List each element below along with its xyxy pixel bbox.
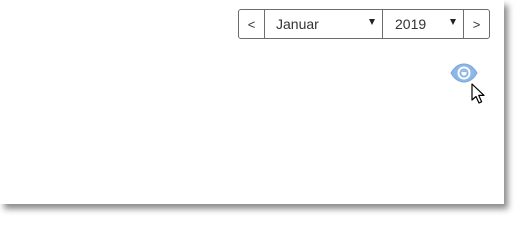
- calendar-panel: < Januar 2019 >: [0, 0, 504, 204]
- year-select[interactable]: 2019: [383, 10, 463, 38]
- date-navigator: < Januar 2019 >: [238, 9, 490, 39]
- next-month-button[interactable]: >: [463, 10, 489, 38]
- month-select-value: Januar: [276, 16, 319, 32]
- month-select[interactable]: Januar: [265, 10, 383, 38]
- eye-icon[interactable]: [450, 63, 478, 83]
- year-select-value: 2019: [395, 16, 427, 32]
- chevron-down-icon: [450, 19, 456, 25]
- chevron-down-icon: [369, 19, 375, 25]
- previous-month-button[interactable]: <: [239, 10, 265, 38]
- screenshot-canvas: < Januar 2019 >: [0, 0, 518, 219]
